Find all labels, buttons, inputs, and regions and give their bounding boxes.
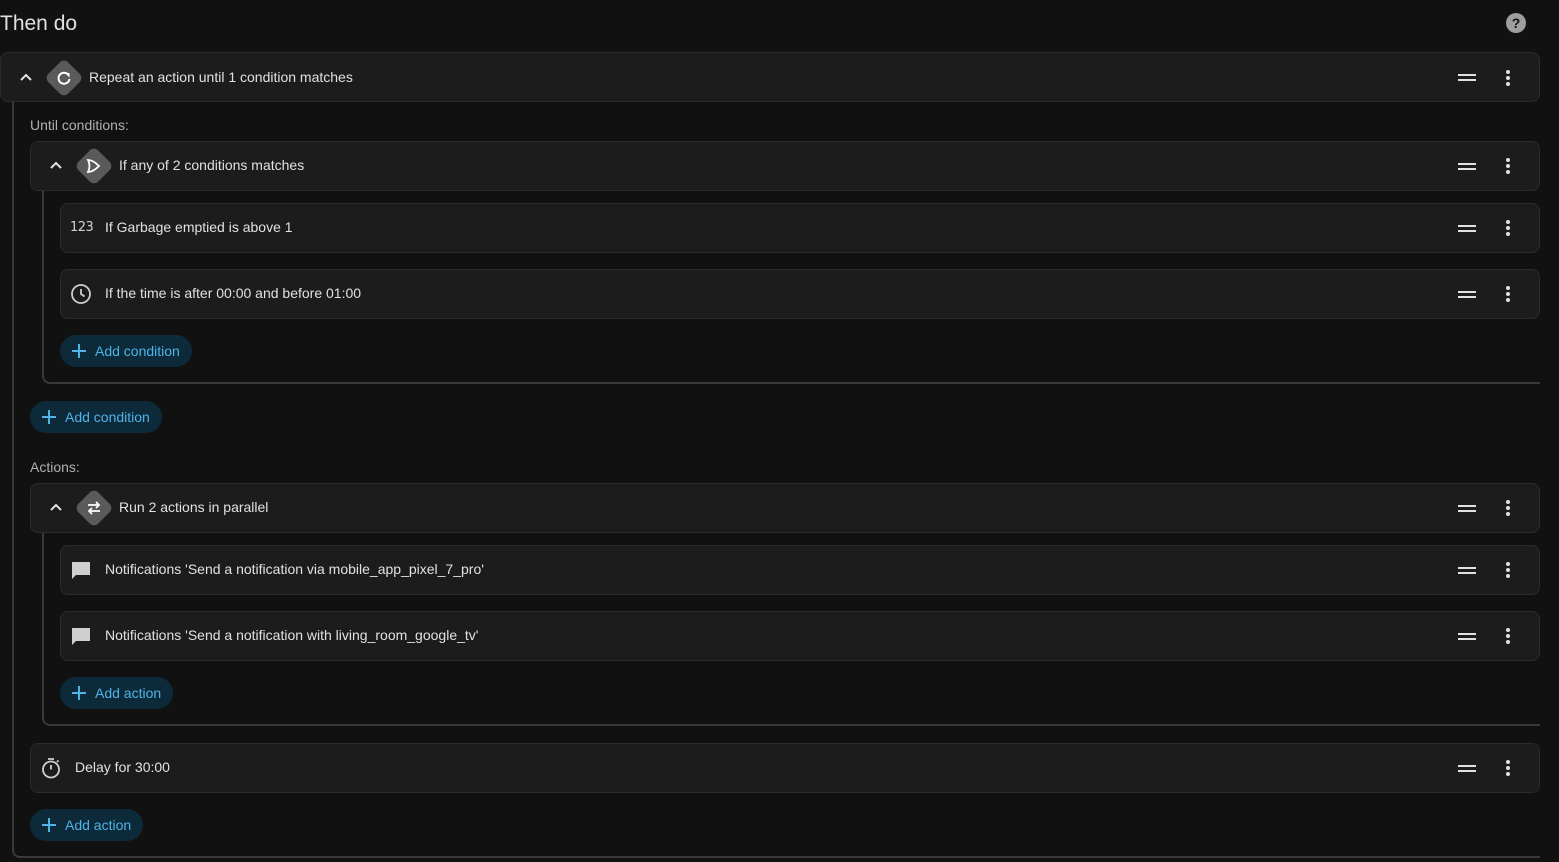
action-row[interactable]: Notifications 'Send a notification with … [60,611,1540,661]
drag-handle-icon[interactable] [1458,504,1476,514]
delay-action-row[interactable]: Delay for 30:00 [30,743,1540,793]
drag-handle-icon[interactable] [1458,566,1476,576]
drag-handle-icon[interactable] [1458,290,1476,300]
drag-handle-icon[interactable] [1458,632,1476,642]
actions-label: Actions: [30,459,80,475]
add-action-button[interactable]: Add action [30,809,144,841]
numeric-icon: 123 [70,220,94,235]
more-menu-icon[interactable] [1506,70,1510,86]
parallel-block-label: Run 2 actions in parallel [119,499,269,515]
add-action-label: Add action [95,685,162,701]
condition-row[interactable]: If the time is after 00:00 and before 01… [60,269,1540,319]
section-title: Then do [0,12,78,35]
action-label: Notifications 'Send a notification with … [105,627,479,643]
more-menu-icon[interactable] [1506,628,1510,644]
add-condition-label: Add condition [95,343,180,359]
add-condition-button[interactable]: Add condition [60,335,192,367]
delay-label: Delay for 30:00 [75,759,170,775]
message-icon [72,628,90,645]
parallel-action-row[interactable]: Run 2 actions in parallel [30,483,1540,533]
more-menu-icon[interactable] [1506,500,1510,516]
add-action-label: Add action [65,817,132,833]
plus-icon [72,344,86,358]
condition-row[interactable]: 123 If Garbage emptied is above 1 [60,203,1540,253]
plus-icon [42,818,56,832]
chevron-up-icon[interactable] [48,500,64,516]
logic-or-icon [86,159,101,173]
plus-icon [42,410,56,424]
drag-handle-icon[interactable] [1458,73,1476,83]
repeat-action-row[interactable]: Repeat an action until 1 condition match… [0,52,1540,102]
drag-handle-icon[interactable] [1458,224,1476,234]
repeat-label: Repeat an action until 1 condition match… [89,69,353,85]
add-action-button[interactable]: Add action [60,677,174,709]
clock-icon [71,284,91,304]
condition-label: If the time is after 00:00 and before 01… [105,285,362,301]
until-conditions-label: Until conditions: [30,117,129,133]
or-block-label: If any of 2 conditions matches [119,157,305,173]
parallel-arrows-icon [87,501,101,515]
more-menu-icon[interactable] [1506,220,1510,236]
plus-icon [72,686,86,700]
drag-handle-icon[interactable] [1458,162,1476,172]
add-condition-button[interactable]: Add condition [30,401,162,433]
add-condition-label: Add condition [65,409,150,425]
action-row[interactable]: Notifications 'Send a notification via m… [60,545,1540,595]
or-condition-row[interactable]: If any of 2 conditions matches [30,141,1540,191]
repeat-icon [57,71,71,85]
more-menu-icon[interactable] [1506,158,1510,174]
more-menu-icon[interactable] [1506,286,1510,302]
action-label: Notifications 'Send a notification via m… [105,561,484,577]
chevron-up-icon[interactable] [48,158,64,174]
condition-label: If Garbage emptied is above 1 [105,219,293,235]
chevron-up-icon[interactable] [18,70,34,86]
drag-handle-icon[interactable] [1458,764,1476,774]
help-icon[interactable]: ? [1506,13,1526,33]
timer-icon [42,758,60,779]
more-menu-icon[interactable] [1506,760,1510,776]
more-menu-icon[interactable] [1506,562,1510,578]
message-icon [72,562,90,579]
